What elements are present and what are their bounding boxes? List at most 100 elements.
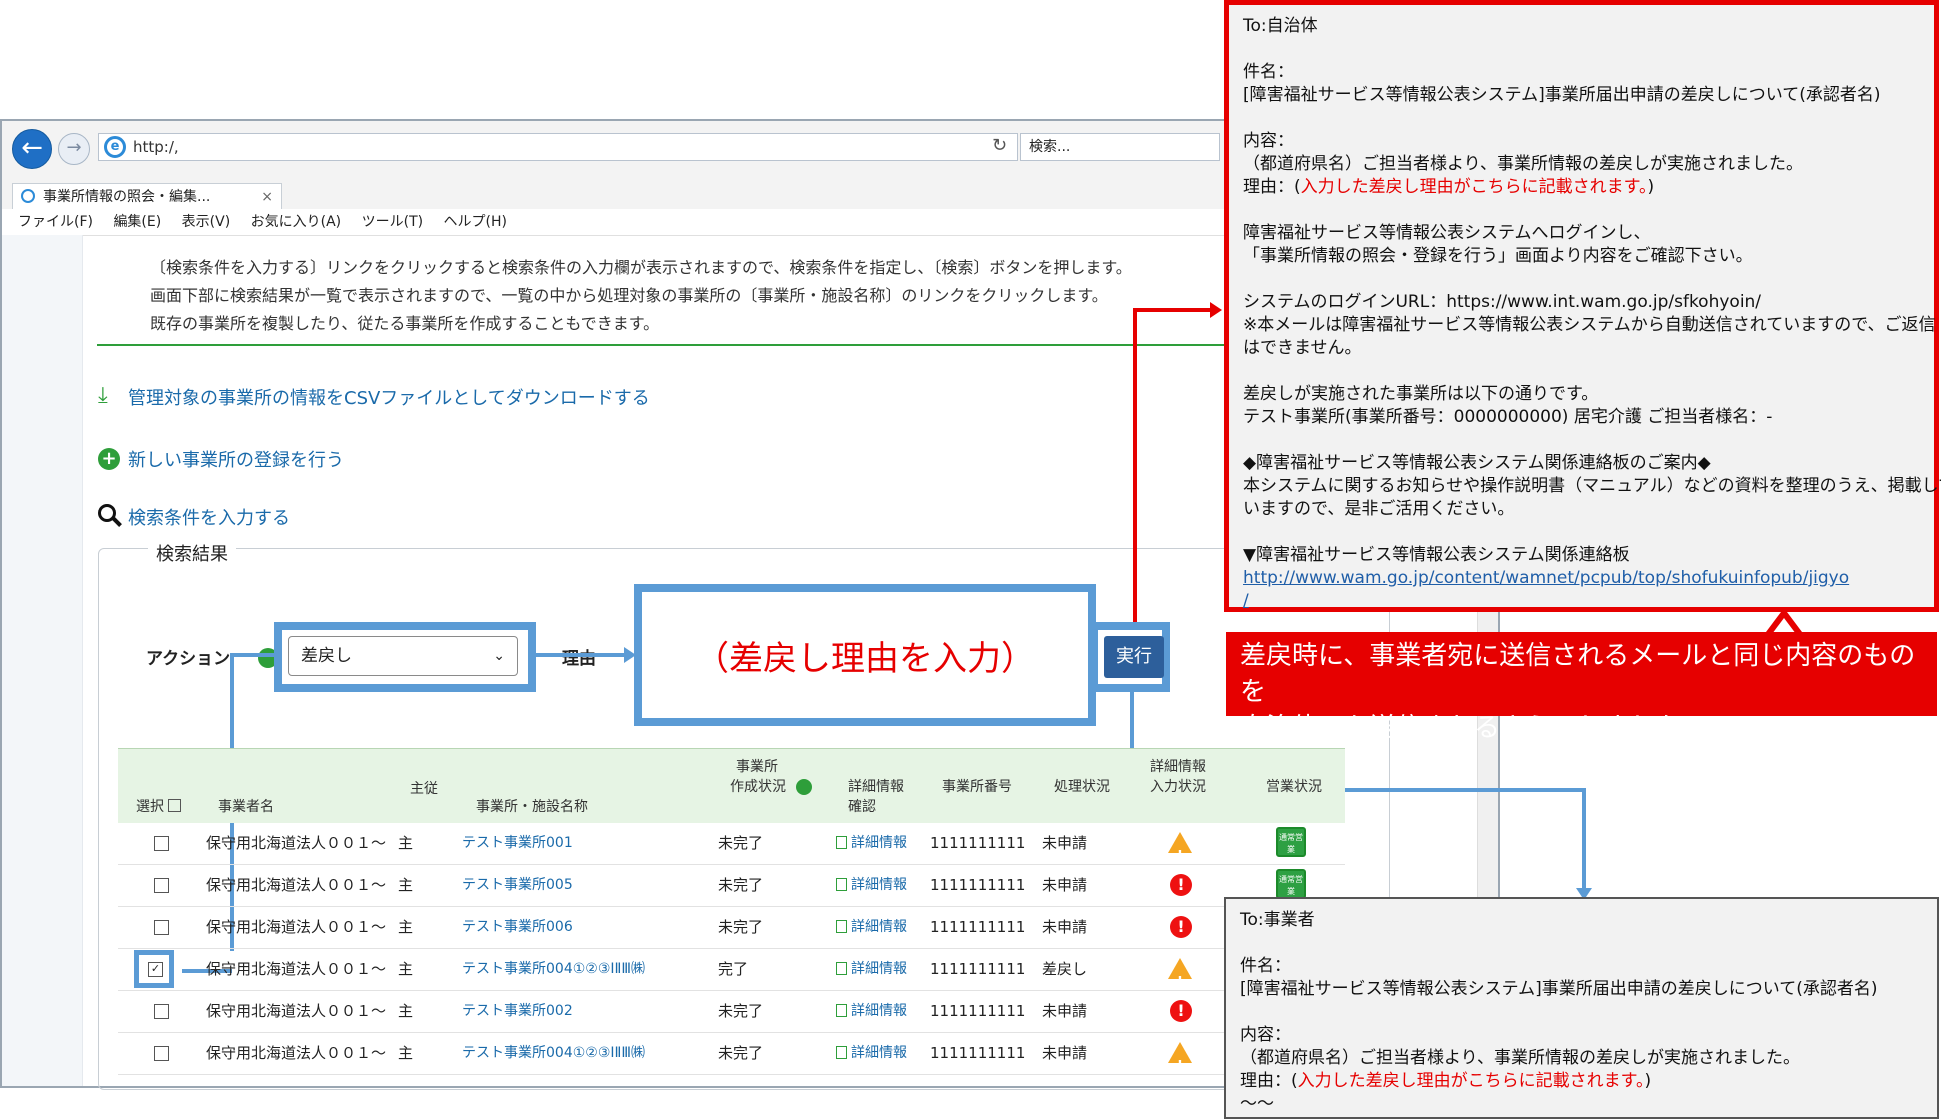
detail-link[interactable]: 詳細情報 — [836, 906, 907, 948]
cell-name: 保守用北海道法人００１～ — [206, 918, 387, 936]
cell-process: 差戻し — [1042, 960, 1088, 978]
cell-number: 1111111111 — [930, 834, 1026, 852]
mail-board: ▼障害福祉サービス等情報公表システム関係連絡板 — [1243, 545, 1630, 565]
error-icon: ! — [1170, 1000, 1192, 1022]
detail-link[interactable]: 詳細情報 — [836, 948, 907, 990]
table-header: 選択 事業者名 主従 事業所・施設名称 事業所 作成状況 詳細情報 確認 事業所… — [118, 748, 1345, 823]
tab-main[interactable]: 事業所情報の照会・編集... × — [12, 183, 282, 209]
cell-name: 保守用北海道法人００１～ — [206, 876, 387, 894]
connector-to-select — [230, 653, 278, 657]
mail-info-1: ◆障害福祉サービス等情報公表システム関係連絡板のご案内◆ — [1243, 453, 1711, 473]
search-input[interactable]: 検索... — [1020, 133, 1220, 161]
cell-process: 未申請 — [1042, 1002, 1088, 1020]
action-select[interactable]: 差戻し ⌄ — [288, 636, 518, 676]
th-facility: 事業所・施設名称 — [476, 799, 588, 815]
cell-number: 1111111111 — [930, 918, 1026, 936]
th-detail-2: 確認 — [848, 799, 876, 815]
facility-link[interactable]: テスト事業所004①②③ⅠⅡⅢ㈱ — [462, 948, 645, 990]
mail-subject: [障害福祉サービス等情報公表システム]事業所届出申請の差戻しについて(承認者名) — [1240, 979, 1878, 999]
th-name: 事業者名 — [218, 799, 274, 815]
detail-link[interactable]: 詳細情報 — [836, 990, 907, 1032]
arrow-head-icon — [624, 647, 636, 663]
facility-link[interactable]: テスト事業所002 — [462, 990, 573, 1032]
cell-number: 1111111111 — [930, 1044, 1026, 1062]
row-checkbox[interactable] — [154, 836, 169, 851]
callout-line-2: 自治体にも送信されるようにしました。 — [1240, 713, 1709, 743]
detail-link[interactable]: 詳細情報 — [836, 1032, 907, 1074]
mail-subject: [障害福祉サービス等情報公表システム]事業所届出申請の差戻しについて(承認者名) — [1243, 85, 1881, 105]
help-icon[interactable] — [796, 779, 812, 795]
detail-link[interactable]: 詳細情報 — [836, 864, 907, 906]
forward-button[interactable]: → — [58, 133, 90, 165]
cell-name: 保守用北海道法人００１～ — [206, 1044, 387, 1062]
row-checkbox[interactable] — [154, 1046, 169, 1061]
mail-board-link-end[interactable]: / — [1243, 590, 1920, 613]
menu-help[interactable]: ヘルプ(H) — [444, 214, 507, 230]
doc-icon — [836, 1046, 847, 1059]
mail-info-3: いますので、是非ご活用ください。 — [1243, 499, 1515, 519]
facility-link[interactable]: テスト事業所005 — [462, 864, 573, 906]
tab-ie-icon — [21, 189, 35, 203]
red-connector-right — [1133, 308, 1215, 312]
intro-line-2: 画面下部に検索結果が一覧で表示されますので、一覧の中から処理対象の事業所の〔事業… — [150, 286, 1108, 305]
mail-reason: 理由：(入力した差戻し理由がこちらに記載されます。) — [1240, 1071, 1652, 1091]
red-arrow-head-icon — [1210, 302, 1222, 318]
row-checkbox[interactable] — [154, 1004, 169, 1019]
cell-process: 未申請 — [1042, 1044, 1088, 1062]
menu-favorites[interactable]: お気に入り(A) — [251, 214, 342, 230]
url-input[interactable]: http:/, — [98, 133, 1018, 161]
back-button[interactable]: ← — [12, 129, 52, 169]
mail-note-1: ※本メールは障害福祉サービス等情報公表システムから自動送信されていますので、ご返… — [1243, 315, 1936, 335]
table-row: ✓ 保守用北海道法人００１～ 主 テスト事業所004①②③ⅠⅡⅢ㈱ 完了 詳細情… — [118, 948, 1345, 1004]
row-checkbox[interactable] — [154, 920, 169, 935]
mail-board-link[interactable]: http://www.wam.go.jp/content/wamnet/pcpu… — [1243, 567, 1920, 590]
th-input-1: 詳細情報 — [1150, 759, 1206, 775]
close-icon[interactable]: × — [261, 184, 273, 210]
facility-link[interactable]: テスト事業所001 — [462, 822, 573, 864]
business-badge: 通常営業 — [1276, 869, 1306, 899]
error-icon: ! — [1170, 916, 1192, 938]
th-create-1: 事業所 — [736, 759, 778, 775]
cell-number: 1111111111 — [930, 1002, 1026, 1020]
mail-url: システムのログインURL：https://www.int.wam.go.jp/s… — [1243, 292, 1762, 312]
plus-circle-icon: + — [98, 448, 120, 470]
menu-tools[interactable]: ツール(T) — [362, 214, 423, 230]
arrow-to-reason — [534, 653, 630, 657]
detail-link[interactable]: 詳細情報 — [836, 822, 907, 864]
callout-line-1: 差戻時に、事業者宛に送信されるメールと同じ内容のものを — [1240, 641, 1916, 707]
th-select: 選択 — [136, 797, 182, 817]
download-icon: ⤓ — [98, 383, 108, 408]
menu-file[interactable]: ファイル(F) — [18, 214, 93, 230]
cell-process: 未申請 — [1042, 876, 1088, 894]
menu-view[interactable]: 表示(V) — [182, 214, 231, 230]
doc-icon — [836, 1004, 847, 1017]
mail-tail: ～～ — [1240, 1094, 1274, 1114]
facility-link[interactable]: テスト事業所004①②③ⅠⅡⅢ㈱ — [462, 1032, 645, 1074]
reason-placeholder: （差戻し理由を入力） — [695, 638, 1035, 679]
th-create-2: 作成状況 — [730, 779, 786, 795]
chevron-down-icon: ⌄ — [493, 648, 505, 664]
select-all-checkbox[interactable] — [168, 799, 182, 812]
exec-button[interactable]: 実行 — [1104, 636, 1164, 678]
mail-list-2: テスト事業所(事業所番号：0000000000) 居宅介護 ご担当者様名：- — [1243, 407, 1773, 427]
cell-main: 主 — [398, 960, 414, 978]
row-checkbox-checked[interactable]: ✓ — [148, 962, 163, 977]
mail-body-label: 内容： — [1243, 131, 1294, 151]
cell-main: 主 — [398, 1002, 414, 1020]
search-conditions-label: 検索条件を入力する — [128, 508, 290, 529]
refresh-icon[interactable]: ↻ — [992, 135, 1007, 156]
cell-number: 1111111111 — [930, 960, 1026, 978]
mail-subject-label: 件名： — [1243, 62, 1294, 82]
action-label: アクション — [146, 649, 231, 669]
cell-name: 保守用北海道法人００１～ — [206, 960, 387, 978]
row-checkbox[interactable] — [154, 878, 169, 893]
menu-edit[interactable]: 編集(E) — [113, 214, 161, 230]
mail-reason: 理由：(入力した差戻し理由がこちらに記載されます。) — [1243, 177, 1655, 197]
intro-line-3: 既存の事業所を複製したり、従たる事業所を作成することもできます。 — [150, 314, 660, 333]
ie-logo-icon: e — [104, 136, 126, 158]
callout-box: 差戻時に、事業者宛に送信されるメールと同じ内容のものを 自治体にも送信されるよう… — [1226, 632, 1937, 743]
cell-create: 未完了 — [718, 1002, 764, 1020]
facility-link[interactable]: テスト事業所006 — [462, 906, 573, 948]
cell-create: 未完了 — [718, 918, 764, 936]
cell-main: 主 — [398, 918, 414, 936]
